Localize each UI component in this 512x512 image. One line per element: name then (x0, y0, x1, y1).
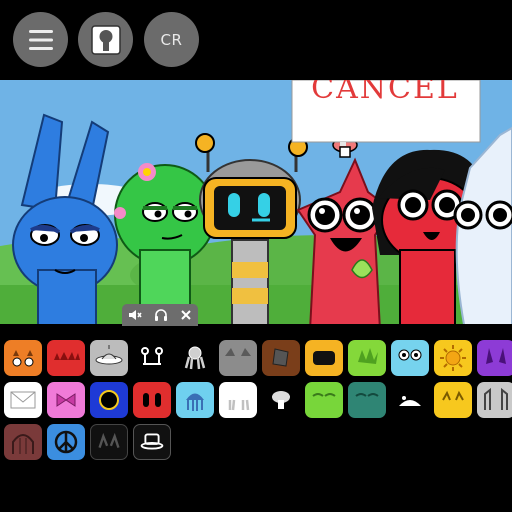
palette-tile-gray-cat-ears[interactable] (219, 340, 257, 376)
palette-tile-gray-ufo[interactable] (90, 340, 128, 376)
palette-tile-black-ears[interactable] (391, 382, 429, 418)
palette-tile-cyan-frog[interactable] (391, 340, 429, 376)
palette-tile-pink-bow[interactable] (47, 382, 85, 418)
character-stage: CANCEL (0, 80, 512, 324)
palette-tile-yellow-visor[interactable] (305, 340, 343, 376)
palette-tile-red-eyes[interactable] (133, 382, 171, 418)
hamburger-menu-icon (28, 29, 53, 50)
credits-button[interactable]: CR (144, 12, 199, 67)
palette-tile-cyan-jellyfish[interactable] (176, 382, 214, 418)
menu-button[interactable] (13, 12, 68, 67)
palette-tile-gray-castle[interactable] (477, 382, 512, 418)
palette-tile-yellow-sun[interactable] (434, 340, 472, 376)
palette-tile-white-tears[interactable] (219, 382, 257, 418)
palette-tile-brown-arch[interactable] (4, 424, 42, 460)
palette-tile-purple-horns[interactable] (477, 340, 512, 376)
palette-tile-brown-hat[interactable] (262, 340, 300, 376)
mute-icon[interactable] (128, 308, 142, 322)
character-silhouette-icon (90, 24, 121, 55)
character-select-button[interactable] (78, 12, 133, 67)
palette-tile-black-antenna[interactable] (133, 340, 171, 376)
palette-tile-blue-peace[interactable] (47, 424, 85, 460)
sign-text: CANCEL (311, 80, 459, 106)
palette-tile-blue-ring[interactable] (90, 382, 128, 418)
palette-tile-black-hat[interactable] (133, 424, 171, 460)
palette-tile-red-spikes[interactable] (47, 340, 85, 376)
palette-tile-orange-crab[interactable] (4, 340, 42, 376)
palette-tile-yellow-cat[interactable] (434, 382, 472, 418)
sound-control-tray (122, 304, 198, 326)
credits-label: CR (160, 30, 183, 49)
sound-palette (0, 326, 512, 512)
palette-tile-white-envelope[interactable] (4, 382, 42, 418)
palette-tile-mushroom[interactable] (262, 382, 300, 418)
top-toolbar: CR (0, 0, 512, 78)
headphones-icon[interactable] (154, 308, 168, 322)
palette-tile-black-claws[interactable] (90, 424, 128, 460)
close-icon[interactable] (180, 309, 192, 321)
palette-tile-green-leaves[interactable] (348, 340, 386, 376)
palette-tile-green-blob[interactable] (305, 382, 343, 418)
palette-tile-gray-octopus[interactable] (176, 340, 214, 376)
palette-tile-teal-blob[interactable] (348, 382, 386, 418)
